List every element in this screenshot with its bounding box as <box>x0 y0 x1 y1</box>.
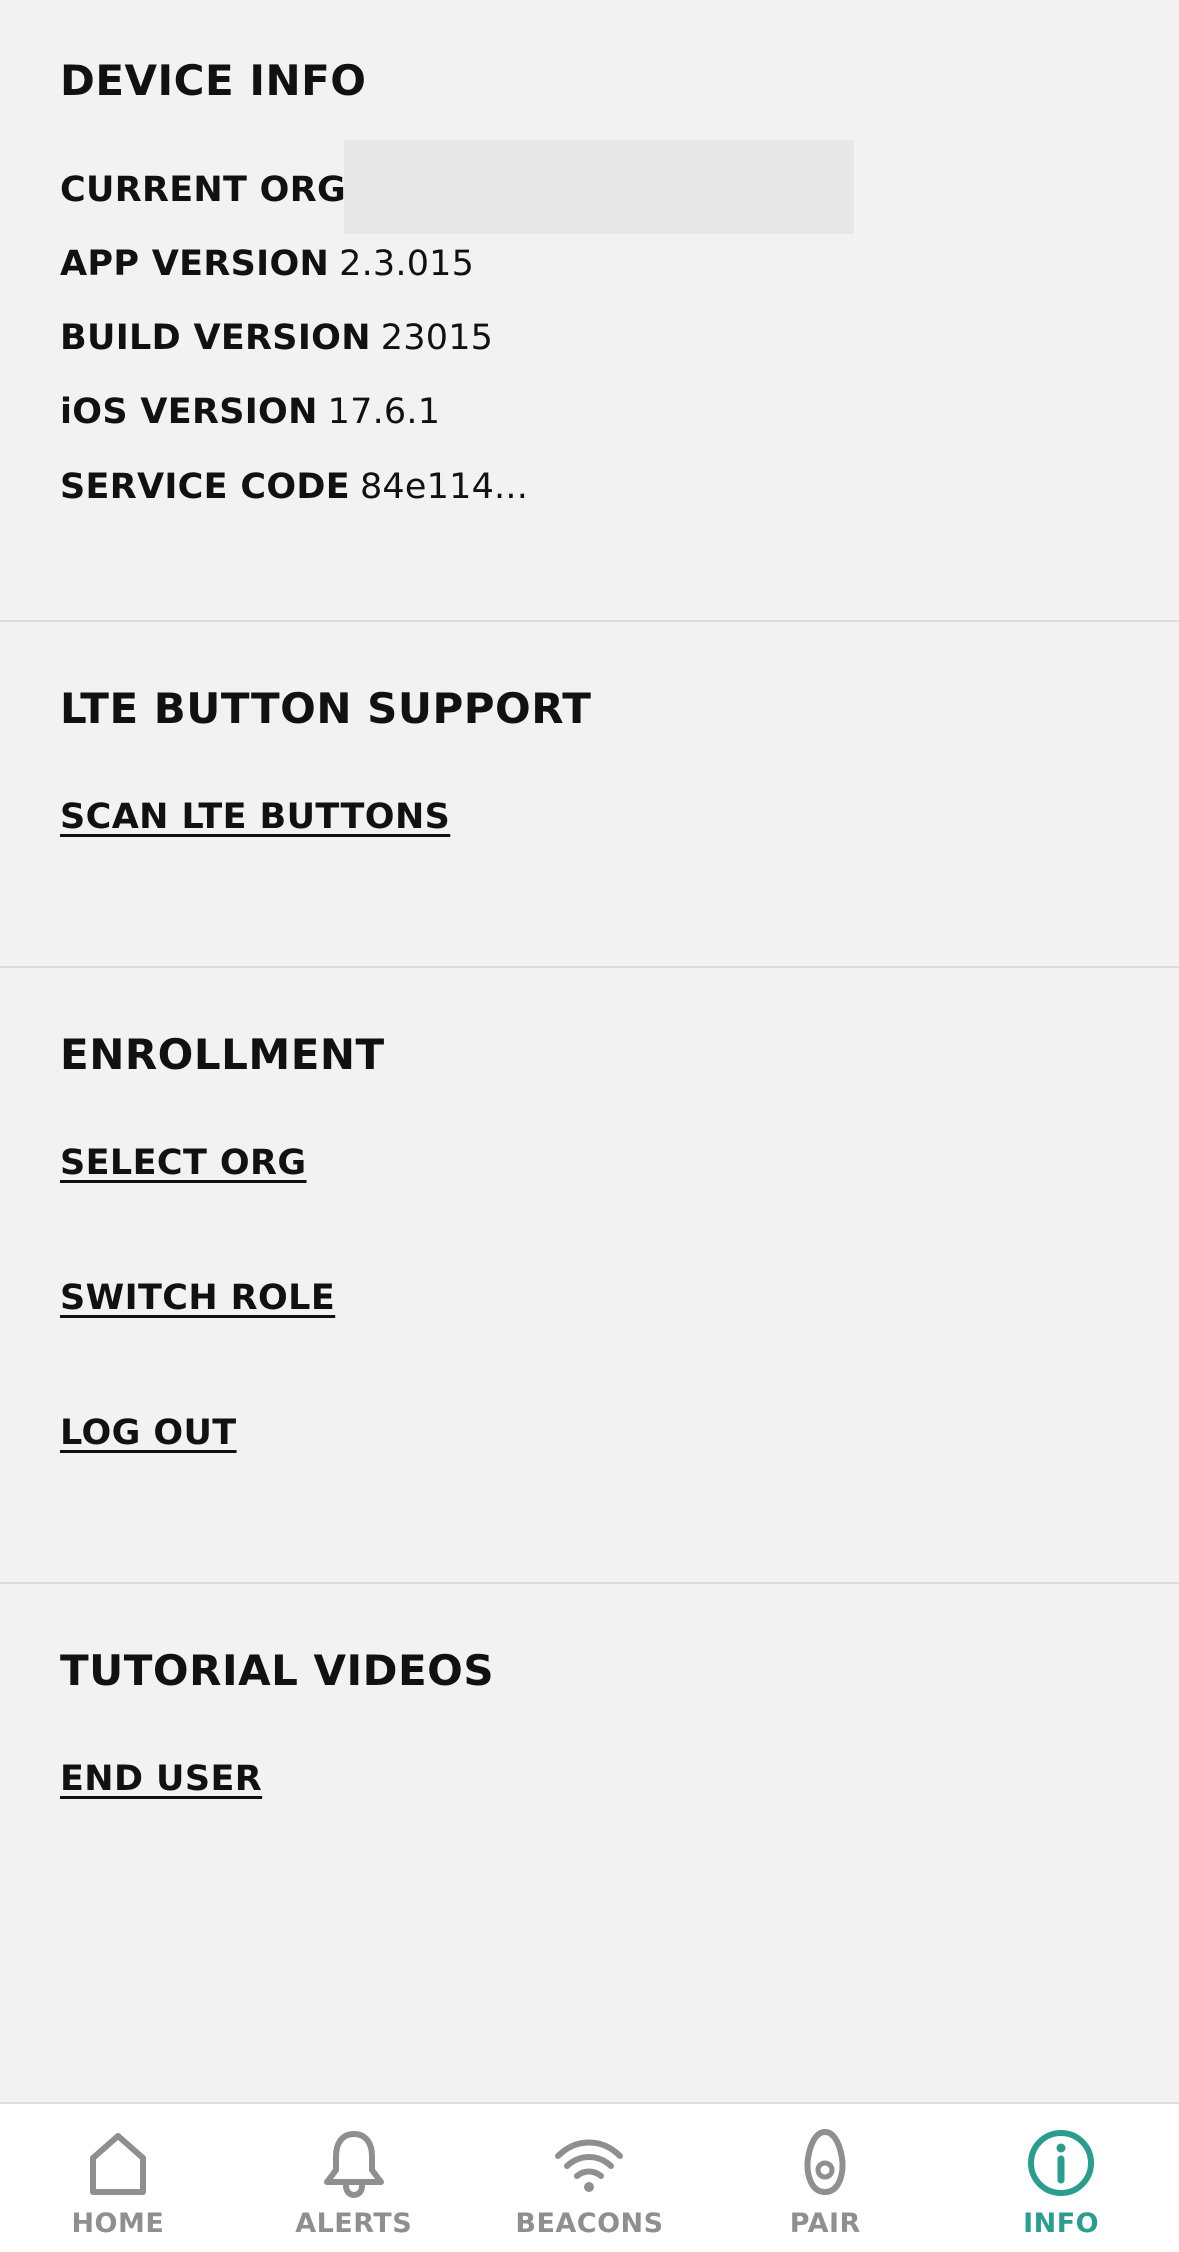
end-user-video-link[interactable]: END USER <box>60 1759 262 1799</box>
tab-home[interactable]: HOME <box>0 2104 236 2252</box>
tab-info[interactable]: INFO <box>943 2104 1179 2252</box>
app-version-row: APP VERSION 2.3.015 <box>60 242 474 286</box>
build-version-label: BUILD VERSION <box>60 318 371 358</box>
service-code-row: SERVICE CODE 84e114... <box>60 465 528 509</box>
section-divider <box>0 1582 1179 1584</box>
section-divider <box>0 966 1179 968</box>
switch-role-link[interactable]: SWITCH ROLE <box>60 1278 335 1318</box>
tab-beacons[interactable]: BEACONS <box>472 2104 708 2252</box>
ios-version-value: 17.6.1 <box>327 392 441 432</box>
current-org-redacted-value <box>344 140 854 234</box>
tab-beacons-label: BEACONS <box>515 2208 664 2239</box>
ios-version-row: iOS VERSION 17.6.1 <box>60 390 440 434</box>
section-divider <box>0 620 1179 622</box>
enrollment-title: ENROLLMENT <box>60 1030 385 1079</box>
scan-lte-buttons-link[interactable]: SCAN LTE BUTTONS <box>60 797 450 837</box>
service-code-value: 84e114... <box>359 467 529 507</box>
tab-pair[interactable]: PAIR <box>707 2104 943 2252</box>
tab-alerts[interactable]: ALERTS <box>236 2104 472 2252</box>
device-info-title: DEVICE INFO <box>60 56 367 105</box>
tab-pair-label: PAIR <box>789 2208 861 2239</box>
bell-icon <box>323 2131 384 2199</box>
current-org-row: CURRENT ORG <box>60 168 356 212</box>
current-org-label: CURRENT ORG <box>60 170 347 210</box>
build-version-value: 23015 <box>380 318 494 358</box>
tab-home-label: HOME <box>71 2208 165 2239</box>
select-org-link[interactable]: SELECT ORG <box>60 1143 307 1183</box>
log-out-link[interactable]: LOG OUT <box>60 1413 237 1453</box>
tab-info-label: INFO <box>1023 2208 1100 2239</box>
bottom-tab-bar: HOME ALERTS BEACONS PAIR INFO <box>0 2102 1179 2252</box>
app-version-value: 2.3.015 <box>339 244 475 284</box>
home-icon <box>89 2133 146 2195</box>
pair-icon <box>804 2128 846 2196</box>
wifi-icon <box>555 2139 624 2192</box>
service-code-label: SERVICE CODE <box>60 467 350 507</box>
tutorial-videos-title: TUTORIAL VIDEOS <box>60 1646 495 1695</box>
app-version-label: APP VERSION <box>60 244 330 284</box>
build-version-row: BUILD VERSION 23015 <box>60 316 493 360</box>
lte-support-title: LTE BUTTON SUPPORT <box>60 684 592 733</box>
ios-version-label: iOS VERSION <box>60 392 318 432</box>
info-icon <box>1028 2130 1095 2196</box>
tab-alerts-label: ALERTS <box>295 2208 413 2239</box>
info-screen: DEVICE INFO CURRENT ORG APP VERSION 2.3.0… <box>0 0 1179 2252</box>
